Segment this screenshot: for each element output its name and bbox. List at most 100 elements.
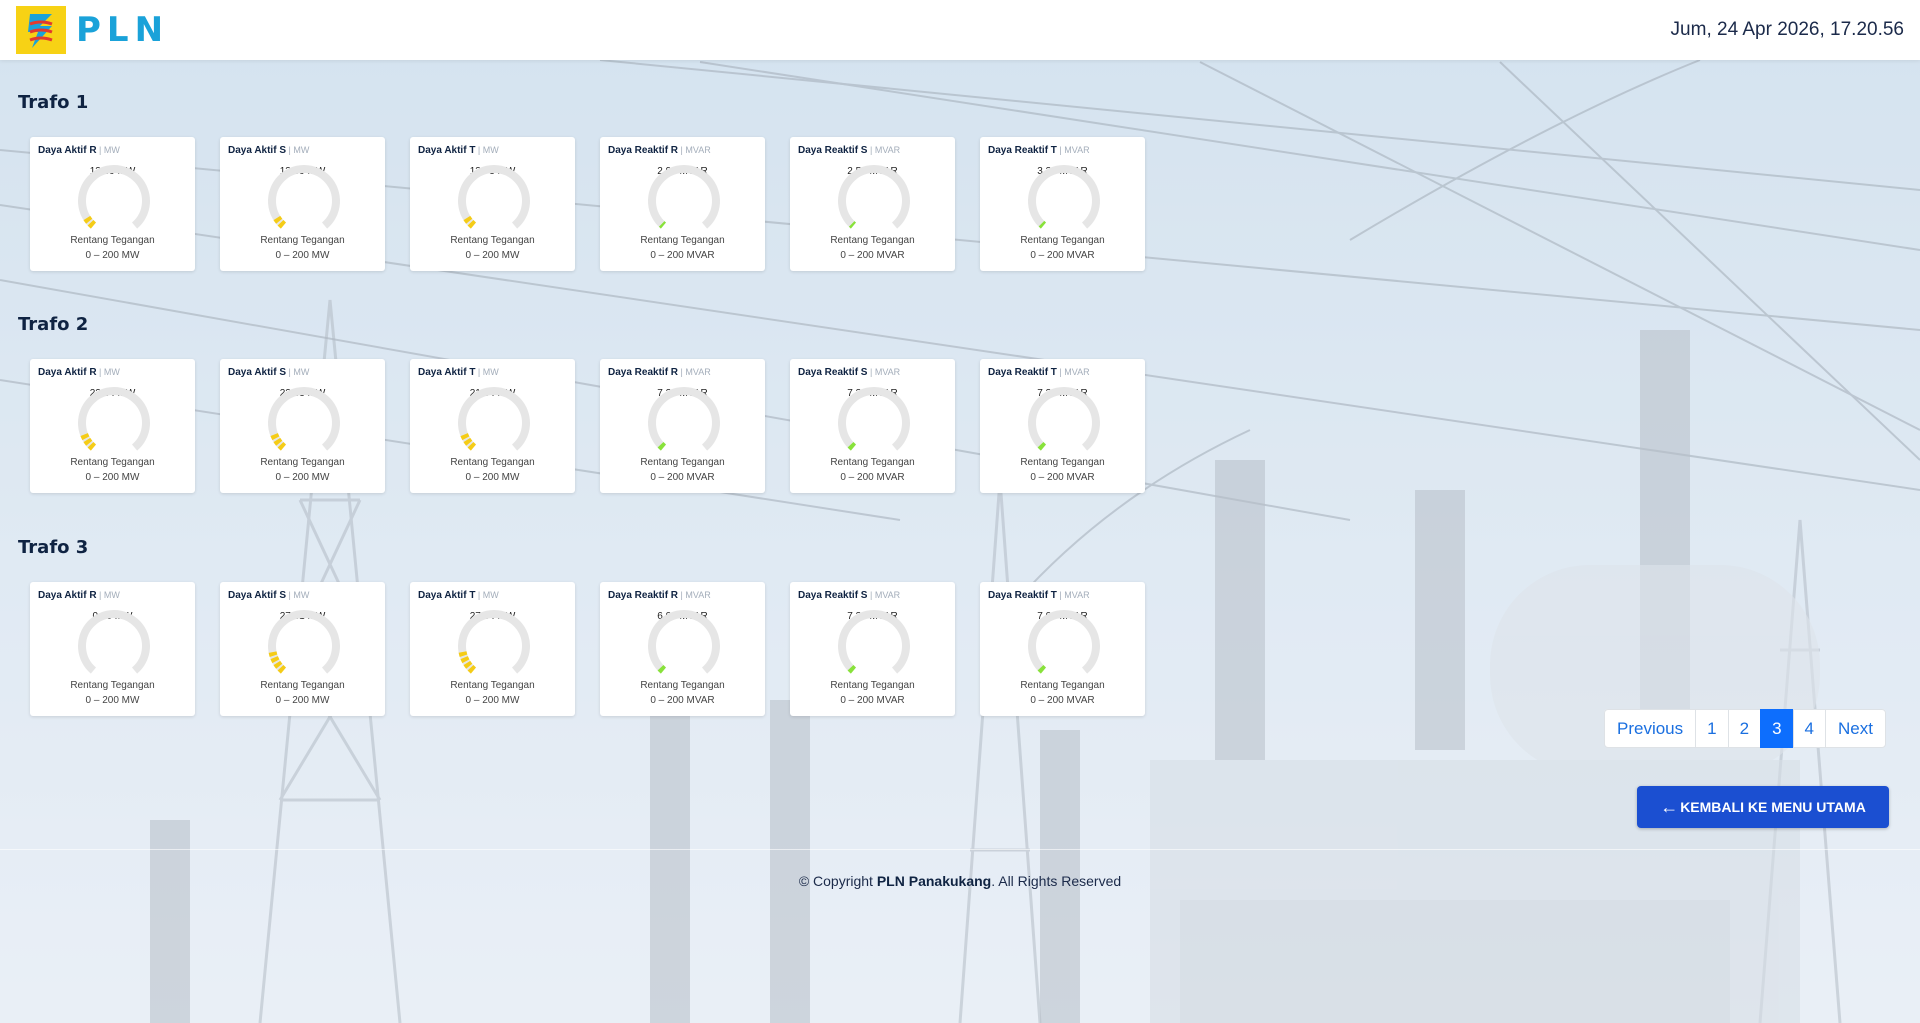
gauge-dial [78, 610, 150, 674]
gauge-unit: MVAR [685, 145, 711, 155]
gauge-name: Daya Reaktif R [608, 590, 679, 601]
range-label: Rentang Tegangan [830, 235, 915, 246]
gauge-card: Daya Reaktif R | MVAR 7.20 MVAR Rentang Te… [600, 359, 765, 493]
gauge-card: Daya Reaktif S | MVAR 2.58 MVAR Rentang Te… [790, 137, 955, 271]
gauge-dial [458, 165, 530, 229]
gauge-unit: MW [103, 145, 120, 155]
range-label: Rentang Tegangan [450, 457, 535, 468]
gauge-unit: MVAR [685, 590, 711, 600]
gauge-track [838, 165, 910, 229]
gauge-card: Daya Aktif R | MW 0.00 MW Rentang Tegangan… [30, 582, 195, 716]
gauge-card-title: Daya Aktif R | MW [38, 590, 120, 601]
range-label: Rentang Tegangan [640, 235, 725, 246]
back-to-main-menu-button[interactable]: ← KEMBALI KE MENU UTAMA [1637, 786, 1889, 828]
range-label: Rentang Tegangan [260, 235, 345, 246]
gauge-track [268, 610, 340, 674]
gauge-dial [838, 387, 910, 451]
gauge-dial [648, 610, 720, 674]
gauge-name: Daya Reaktif S [798, 145, 868, 156]
pagination-previous[interactable]: Previous [1604, 709, 1697, 748]
gauge-track [648, 387, 720, 451]
gauge-card: Daya Aktif T | MW 27.94 MW Rentang Teganga… [410, 582, 575, 716]
gauge-track [458, 165, 530, 229]
gauge-card: Daya Reaktif R | MVAR 2.91 MVAR Rentang Te… [600, 137, 765, 271]
gauge-name: Daya Aktif R [38, 590, 97, 601]
range-value: 0 – 200 MW [85, 250, 140, 261]
gauge-track [458, 387, 530, 451]
range-label: Rentang Tegangan [260, 457, 345, 468]
section-title-trafo-2: Trafo 2 [18, 314, 89, 335]
range-value: 0 – 200 MVAR [840, 472, 905, 483]
gauge-card: Daya Aktif S | MW 27.81 MW Rentang Teganga… [220, 582, 385, 716]
gauge-card-title: Daya Reaktif T | MVAR [988, 367, 1090, 378]
gauge-card-title: Daya Aktif T | MW [418, 590, 499, 601]
gauge-fill [848, 221, 857, 229]
gauge-card: Daya Reaktif R | MVAR 6.00 MVAR Rentang Te… [600, 582, 765, 716]
pagination-page-3[interactable]: 3 [1760, 709, 1794, 748]
gauge-dial [838, 610, 910, 674]
range-label: Rentang Tegangan [1020, 235, 1105, 246]
range-value: 0 – 200 MVAR [650, 472, 715, 483]
gauge-name: Daya Reaktif S [798, 590, 868, 601]
gauge-unit: MW [103, 590, 120, 600]
gauge-dial [1028, 387, 1100, 451]
gauge-unit: MVAR [1064, 367, 1090, 377]
gauge-unit: MVAR [685, 367, 711, 377]
range-value: 0 – 200 MVAR [840, 250, 905, 261]
gauge-track [648, 165, 720, 229]
gauge-card-title: Daya Reaktif S | MVAR [798, 145, 900, 156]
gauge-name: Daya Aktif T [418, 145, 476, 156]
gauge-name: Daya Reaktif R [608, 367, 679, 378]
gauge-card-title: Daya Aktif T | MW [418, 145, 499, 156]
gauge-unit-separator: | [867, 590, 875, 600]
pagination-next[interactable]: Next [1825, 709, 1886, 748]
gauge-dial [1028, 165, 1100, 229]
gauge-track [78, 610, 150, 674]
pagination-page-1[interactable]: 1 [1695, 709, 1729, 748]
gauge-track [78, 387, 150, 451]
gauge-card-title: Daya Reaktif R | MVAR [608, 590, 711, 601]
gauge-dial [268, 165, 340, 229]
gauge-track [648, 610, 720, 674]
gauge-card: Daya Aktif R | MW 22.64 MW Rentang Teganga… [30, 359, 195, 493]
range-value: 0 – 200 MW [465, 472, 520, 483]
footer: © Copyright PLN Panakukang. All Rights R… [0, 873, 1920, 889]
gauge-unit: MW [293, 145, 310, 155]
range-value: 0 – 200 MVAR [1030, 695, 1095, 706]
gauge-unit: MW [103, 367, 120, 377]
brand-name: PLN [76, 10, 170, 50]
header-bar: PLN Jum, 24 Apr 2026, 17.20.56 [0, 0, 1920, 60]
gauge-unit: MW [293, 590, 310, 600]
footer-copyright-prefix: © Copyright [798, 873, 873, 889]
gauge-name: Daya Aktif R [38, 367, 97, 378]
pln-logo-icon[interactable] [16, 6, 66, 54]
gauge-dial [268, 610, 340, 674]
pagination-page-2[interactable]: 2 [1727, 709, 1762, 748]
gauge-card-title: Daya Aktif S | MW [228, 590, 309, 601]
arrow-left-icon: ← [1660, 796, 1679, 817]
range-value: 0 – 200 MVAR [650, 250, 715, 261]
range-label: Rentang Tegangan [450, 680, 535, 691]
gauge-unit: MVAR [874, 590, 901, 600]
range-value: 0 – 200 MVAR [650, 695, 715, 706]
range-label: Rentang Tegangan [70, 235, 155, 246]
gauge-unit-separator: | [475, 367, 483, 377]
gauge-unit-separator: | [475, 145, 483, 155]
pagination-page-4[interactable]: 4 [1792, 709, 1827, 748]
gauge-card: Daya Reaktif S | MVAR 7.33 MVAR Rentang Te… [790, 582, 955, 716]
gauge-name: Daya Reaktif R [608, 145, 679, 156]
gauge-card: Daya Reaktif S | MVAR 7.31 MVAR Rentang Te… [790, 359, 955, 493]
gauge-card-title: Daya Aktif R | MW [38, 367, 120, 378]
back-button-label: KEMBALI KE MENU UTAMA [1680, 799, 1866, 815]
gauge-dial [1028, 610, 1100, 674]
gauge-unit: MW [482, 367, 499, 377]
gauge-card-title: Daya Reaktif R | MVAR [608, 367, 711, 378]
range-value: 0 – 200 MW [85, 472, 140, 483]
gauge-card-title: Daya Reaktif S | MVAR [798, 590, 900, 601]
gauge-unit: MW [482, 145, 499, 155]
range-value: 0 – 200 MVAR [1030, 472, 1095, 483]
gauge-card: Daya Aktif T | MW 21.94 MW Rentang Teganga… [410, 359, 575, 493]
range-label: Rentang Tegangan [830, 680, 915, 691]
gauge-track [838, 387, 910, 451]
range-label: Rentang Tegangan [450, 235, 535, 246]
